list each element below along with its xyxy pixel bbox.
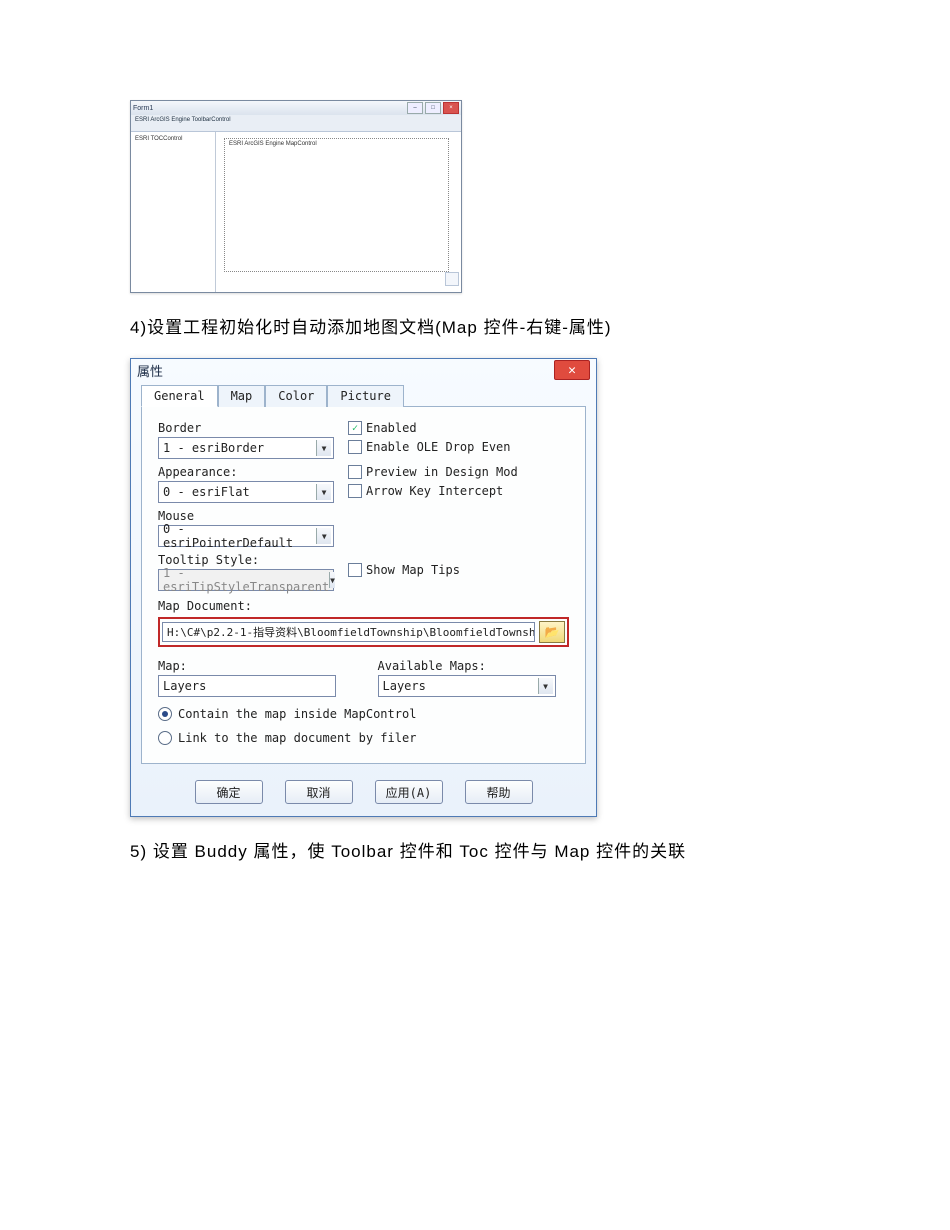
checkbox-icon: ✓ — [348, 421, 362, 435]
available-maps-dropdown[interactable]: Layers ▼ — [378, 675, 556, 697]
radio-icon — [158, 707, 172, 721]
properties-dialog: 属性 ✕ General Map Color Picture Border 1 … — [130, 358, 597, 817]
enabled-checkbox[interactable]: ✓ Enabled — [348, 421, 569, 435]
mouse-dropdown[interactable]: 0 - esriPointerDefault ▼ — [158, 525, 334, 547]
radio-contain[interactable]: Contain the map inside MapControl — [158, 707, 569, 721]
ok-button[interactable]: 确定 — [195, 780, 263, 804]
designer-title-text: Form1 — [133, 105, 153, 112]
mouse-value: 0 - esriPointerDefault — [163, 522, 316, 550]
chevron-down-icon: ▼ — [316, 528, 331, 544]
border-label: Border — [158, 421, 348, 435]
browse-button[interactable]: 📂 — [539, 621, 565, 643]
tab-map[interactable]: Map — [218, 385, 266, 407]
tab-panel-general: Border 1 - esriBorder ▼ ✓ Enabled Enable… — [141, 406, 586, 764]
map-field: Layers — [158, 675, 336, 697]
designer-canvas: ESRI ArcGIS Engine MapControl — [216, 132, 461, 292]
properties-tabs: General Map Color Picture — [141, 385, 586, 407]
tab-picture[interactable]: Picture — [327, 385, 404, 407]
properties-title-text: 属性 — [137, 361, 163, 380]
checkbox-icon — [348, 563, 362, 577]
map-document-input[interactable]: H:\C#\p2.2-1-指导资料\BloomfieldTownship\Blo… — [162, 622, 535, 642]
mapdoc-label: Map Document: — [158, 599, 569, 613]
arrow-intercept-checkbox[interactable]: Arrow Key Intercept — [348, 484, 569, 498]
chevron-down-icon: ▼ — [316, 440, 331, 456]
radio-contain-label: Contain the map inside MapControl — [178, 707, 416, 721]
close-button[interactable]: ✕ — [554, 360, 590, 380]
designer-toc: ESRI TOCControl — [131, 132, 216, 292]
border-dropdown[interactable]: 1 - esriBorder ▼ — [158, 437, 334, 459]
ole-drop-checkbox[interactable]: Enable OLE Drop Even — [348, 440, 569, 454]
form-designer-preview: Form1 – □ × ESRI ArcGIS Engine ToolbarCo… — [130, 100, 462, 293]
chevron-down-icon: ▼ — [329, 572, 335, 588]
close-icon: × — [443, 102, 459, 114]
appearance-dropdown[interactable]: 0 - esriFlat ▼ — [158, 481, 334, 503]
chevron-down-icon: ▼ — [538, 678, 553, 694]
map-label: Map: — [158, 659, 350, 673]
properties-titlebar: 属性 ✕ — [131, 359, 596, 381]
border-value: 1 - esriBorder — [163, 441, 264, 455]
showtips-label: Show Map Tips — [366, 563, 460, 577]
designer-toolbar: ESRI ArcGIS Engine ToolbarControl — [131, 115, 461, 132]
appearance-value: 0 - esriFlat — [163, 485, 250, 499]
enabled-label: Enabled — [366, 421, 417, 435]
folder-open-icon: 📂 — [545, 625, 560, 639]
minimize-icon: – — [407, 102, 423, 114]
radio-icon — [158, 731, 172, 745]
tooltip-label: Tooltip Style: — [158, 553, 348, 567]
maximize-icon: □ — [425, 102, 441, 114]
designer-map-control: ESRI ArcGIS Engine MapControl — [224, 138, 449, 272]
radio-link[interactable]: Link to the map document by filer — [158, 731, 569, 745]
available-maps-label: Available Maps: — [378, 659, 570, 673]
cancel-button[interactable]: 取消 — [285, 780, 353, 804]
show-map-tips-checkbox[interactable]: Show Map Tips — [348, 563, 569, 577]
map-document-row: H:\C#\p2.2-1-指导资料\BloomfieldTownship\Blo… — [158, 617, 569, 647]
ole-label: Enable OLE Drop Even — [366, 440, 511, 454]
preview-label: Preview in Design Mod — [366, 465, 518, 479]
checkbox-icon — [348, 465, 362, 479]
available-value: Layers — [383, 679, 426, 693]
chevron-down-icon: ▼ — [316, 484, 331, 500]
tab-color[interactable]: Color — [265, 385, 327, 407]
arrow-label: Arrow Key Intercept — [366, 484, 503, 498]
checkbox-icon — [348, 440, 362, 454]
step4-text: 4)设置工程初始化时自动添加地图文档(Map 控件-右键-属性) — [130, 313, 820, 338]
tab-general[interactable]: General — [141, 385, 218, 407]
designer-titlebar: Form1 – □ × — [131, 101, 461, 115]
mouse-label: Mouse — [158, 509, 348, 523]
map-value: Layers — [163, 679, 206, 693]
tooltip-dropdown: 1 - esriTipStyleTransparent ▼ — [158, 569, 334, 591]
radio-link-label: Link to the map document by filer — [178, 731, 416, 745]
apply-button[interactable]: 应用(A) — [375, 780, 443, 804]
help-button[interactable]: 帮助 — [465, 780, 533, 804]
dialog-buttons: 确定 取消 应用(A) 帮助 — [131, 774, 596, 816]
preview-checkbox[interactable]: Preview in Design Mod — [348, 465, 569, 479]
resize-grip-icon — [445, 272, 459, 286]
checkbox-icon — [348, 484, 362, 498]
step5-text: 5) 设置 Buddy 属性，使 Toolbar 控件和 Toc 控件与 Map… — [130, 837, 820, 862]
tooltip-value: 1 - esriTipStyleTransparent — [163, 566, 329, 594]
appearance-label: Appearance: — [158, 465, 348, 479]
